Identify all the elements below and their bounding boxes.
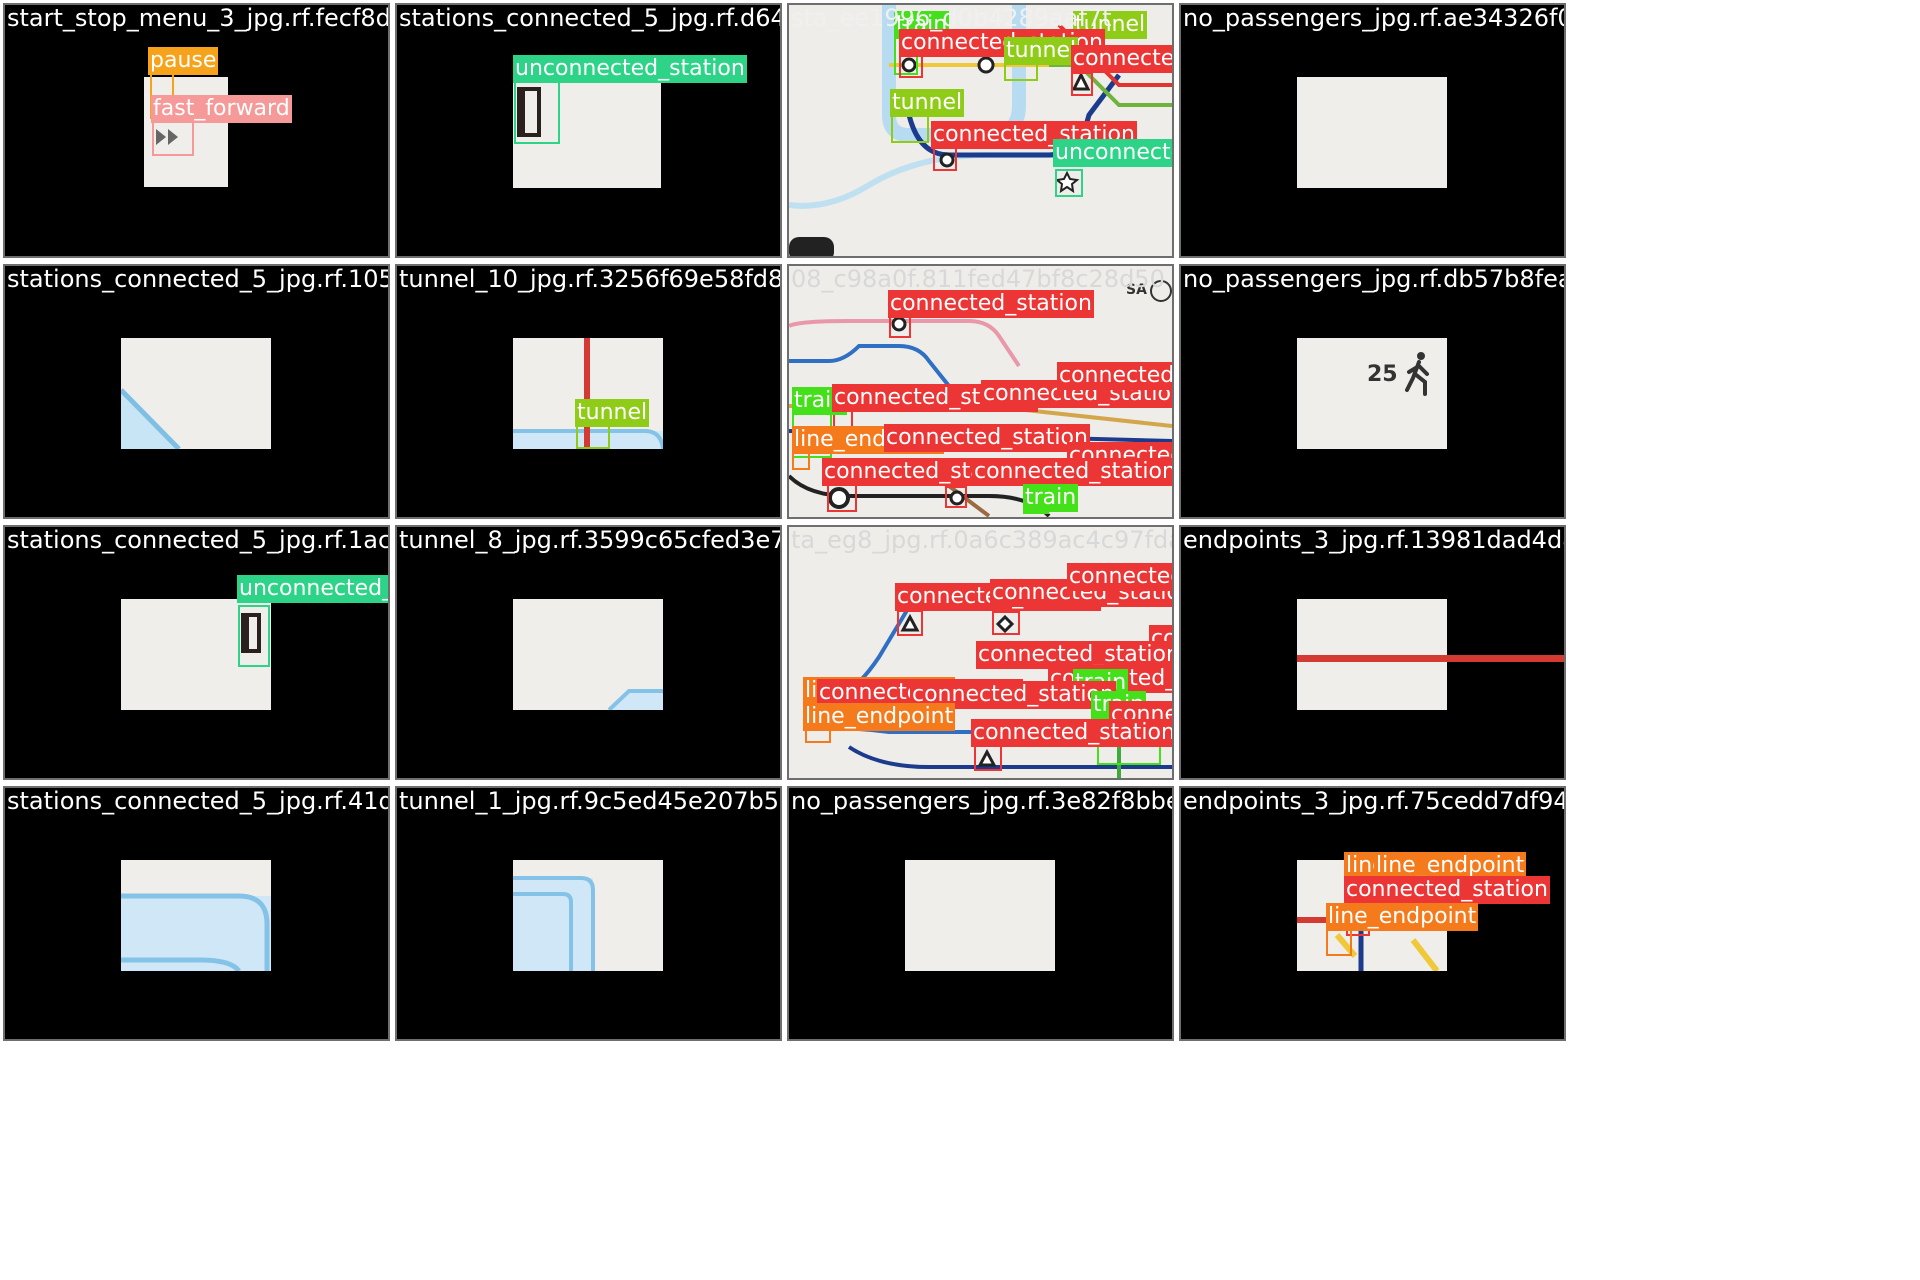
- tile-title: sta_ee1996_d0b4289aaf7t: [791, 4, 1112, 32]
- tile-title: start_stop_menu_3_jpg.rf.fecf8d5b3336df6: [7, 4, 390, 32]
- tunnel-label: tunnel: [1004, 37, 1079, 65]
- connected-station-label: connected_station: [888, 290, 1094, 318]
- tile-9: unconnected_station stations_connected_5…: [3, 525, 390, 780]
- connected-station-box: [1071, 72, 1093, 96]
- connected-station-label: connected_station: [884, 424, 1090, 452]
- tile-13: stations_connected_5_jpg.rf.41d87ae51ea3: [3, 786, 390, 1041]
- pause-label: pause: [148, 47, 219, 75]
- tile-title: tunnel_1_jpg.rf.9c5ed45e207b5997: [399, 787, 780, 815]
- red-line: [1297, 655, 1447, 662]
- tile-2: unconnected_station stations_connected_5…: [395, 3, 782, 258]
- tile-title: endpoints_3_jpg.rf.75cedd7df940: [1183, 787, 1566, 815]
- connected-station-box: [889, 316, 911, 338]
- tile-11: connected_station connected_station conn…: [787, 525, 1174, 780]
- tile-title: stations_connected_5_jpg.rf.41d87ae51ea3: [7, 787, 388, 815]
- tile-title: no_passengers_jpg.rf.db57b8fea: [1183, 265, 1566, 293]
- connected-station-box: [945, 486, 967, 508]
- connected-station-label: connected_station: [1067, 563, 1172, 591]
- fast-forward-box: [152, 121, 194, 156]
- connected-station-box: [899, 54, 923, 78]
- card: [1297, 77, 1447, 188]
- card: 25: [1297, 338, 1447, 449]
- unconnected-station-box: [238, 605, 270, 667]
- tile-14: tunnel_1_jpg.rf.9c5ed45e207b5997: [395, 786, 782, 1041]
- line-shape: [513, 876, 595, 971]
- tile-title: tunnel_10_jpg.rf.3256f69e58fd8ed8b6e9b0: [399, 265, 782, 293]
- tile-title: stations_connected_5_jpg.rf.1ac8b0954f84…: [7, 526, 390, 554]
- tile-6: tunnel tunnel_10_jpg.rf.3256f69e58fd8ed8…: [395, 264, 782, 519]
- person-walking-icon: [1405, 352, 1429, 396]
- tile-title: stations_connected_5_jpg.rf.1053b37151f0: [7, 265, 388, 293]
- line-endpoint-label: line_endpoint: [803, 703, 956, 731]
- card: [513, 860, 663, 971]
- card: [121, 338, 271, 449]
- tile-1: pause fast_forward start_stop_menu_3_jpg…: [3, 3, 390, 258]
- connected-station-box: [933, 147, 957, 171]
- tile-title: no_passengers_jpg.rf.ae34326f0: [1183, 4, 1566, 32]
- card: [513, 599, 663, 710]
- tile-title: tunnel_8_jpg.rf.3599c65cfed3e7f: [399, 526, 782, 554]
- connected-station-box: [827, 484, 857, 512]
- card: [121, 860, 271, 971]
- unconnected-station-box: [514, 80, 560, 144]
- card: [905, 860, 1055, 971]
- unconnected-station-label: unconnected_station: [513, 55, 747, 83]
- tile-5: stations_connected_5_jpg.rf.1053b37151f0: [3, 264, 390, 519]
- tile-15: no_passengers_jpg.rf.3e82f8bbe2dbd099: [787, 786, 1174, 1041]
- line-shape: [121, 388, 181, 449]
- line-shape: [121, 893, 271, 971]
- connected-station-label: connected_station: [1071, 45, 1172, 73]
- tile-4: no_passengers_jpg.rf.ae34326f0: [1179, 3, 1566, 258]
- connected-station-box: [992, 611, 1020, 635]
- unconnected-station-box: [1055, 169, 1083, 197]
- tile-16: line_endpoint line_endpoint connected_st…: [1179, 786, 1566, 1041]
- tile-title: no_passengers_jpg.rf.3e82f8bbe2dbd099: [791, 787, 1172, 815]
- connected-station-label: connected_station: [1057, 362, 1172, 390]
- tile-title: 08_c98a0f.811fed47bf8c28d50: [791, 265, 1165, 293]
- line-endpoint-label: line_endpoint: [1326, 903, 1479, 931]
- unconnected-station-label: unconnected_station: [1053, 139, 1172, 167]
- tile-title: endpoints_3_jpg.rf.13981dad4d8: [1183, 526, 1566, 554]
- tile-8: 25 no_passengers_jpg.rf.db57b8fea: [1179, 264, 1566, 519]
- connected-station-box: [897, 610, 923, 636]
- card: [1297, 599, 1447, 710]
- red-line-extension: [1447, 655, 1564, 662]
- connected-station-label: connected_station: [1344, 876, 1550, 904]
- connected-station-label: connected_station: [971, 719, 1172, 747]
- unconnected-station-label: unconnected_station: [237, 575, 388, 603]
- tile-7: SA connected_station train connected_sta…: [787, 264, 1174, 519]
- line-shape: [607, 689, 663, 710]
- tunnel-label: tunnel: [890, 89, 965, 117]
- fast-forward-label: fast_forward: [151, 95, 292, 123]
- tunnel-label: tunnel: [575, 399, 650, 427]
- tile-title: stations_connected_5_jpg.rf.d64f6e6c9b: [399, 4, 780, 32]
- line-endpoint-box: [1326, 928, 1352, 956]
- tile-3: train tunnel connected_station tunnel co…: [787, 3, 1174, 258]
- connected-station-label: connected_station: [972, 458, 1172, 486]
- train-label: train: [1023, 484, 1079, 512]
- tile-10: tunnel_8_jpg.rf.3599c65cfed3e7f: [395, 525, 782, 780]
- connected-station-box: [974, 745, 1002, 771]
- tile-title: ta_eg8_jpg.rf.0a6c389ac4c97fda: [791, 526, 1174, 554]
- tile-12: connected_station endpoints_3_jpg.rf.139…: [1179, 525, 1566, 780]
